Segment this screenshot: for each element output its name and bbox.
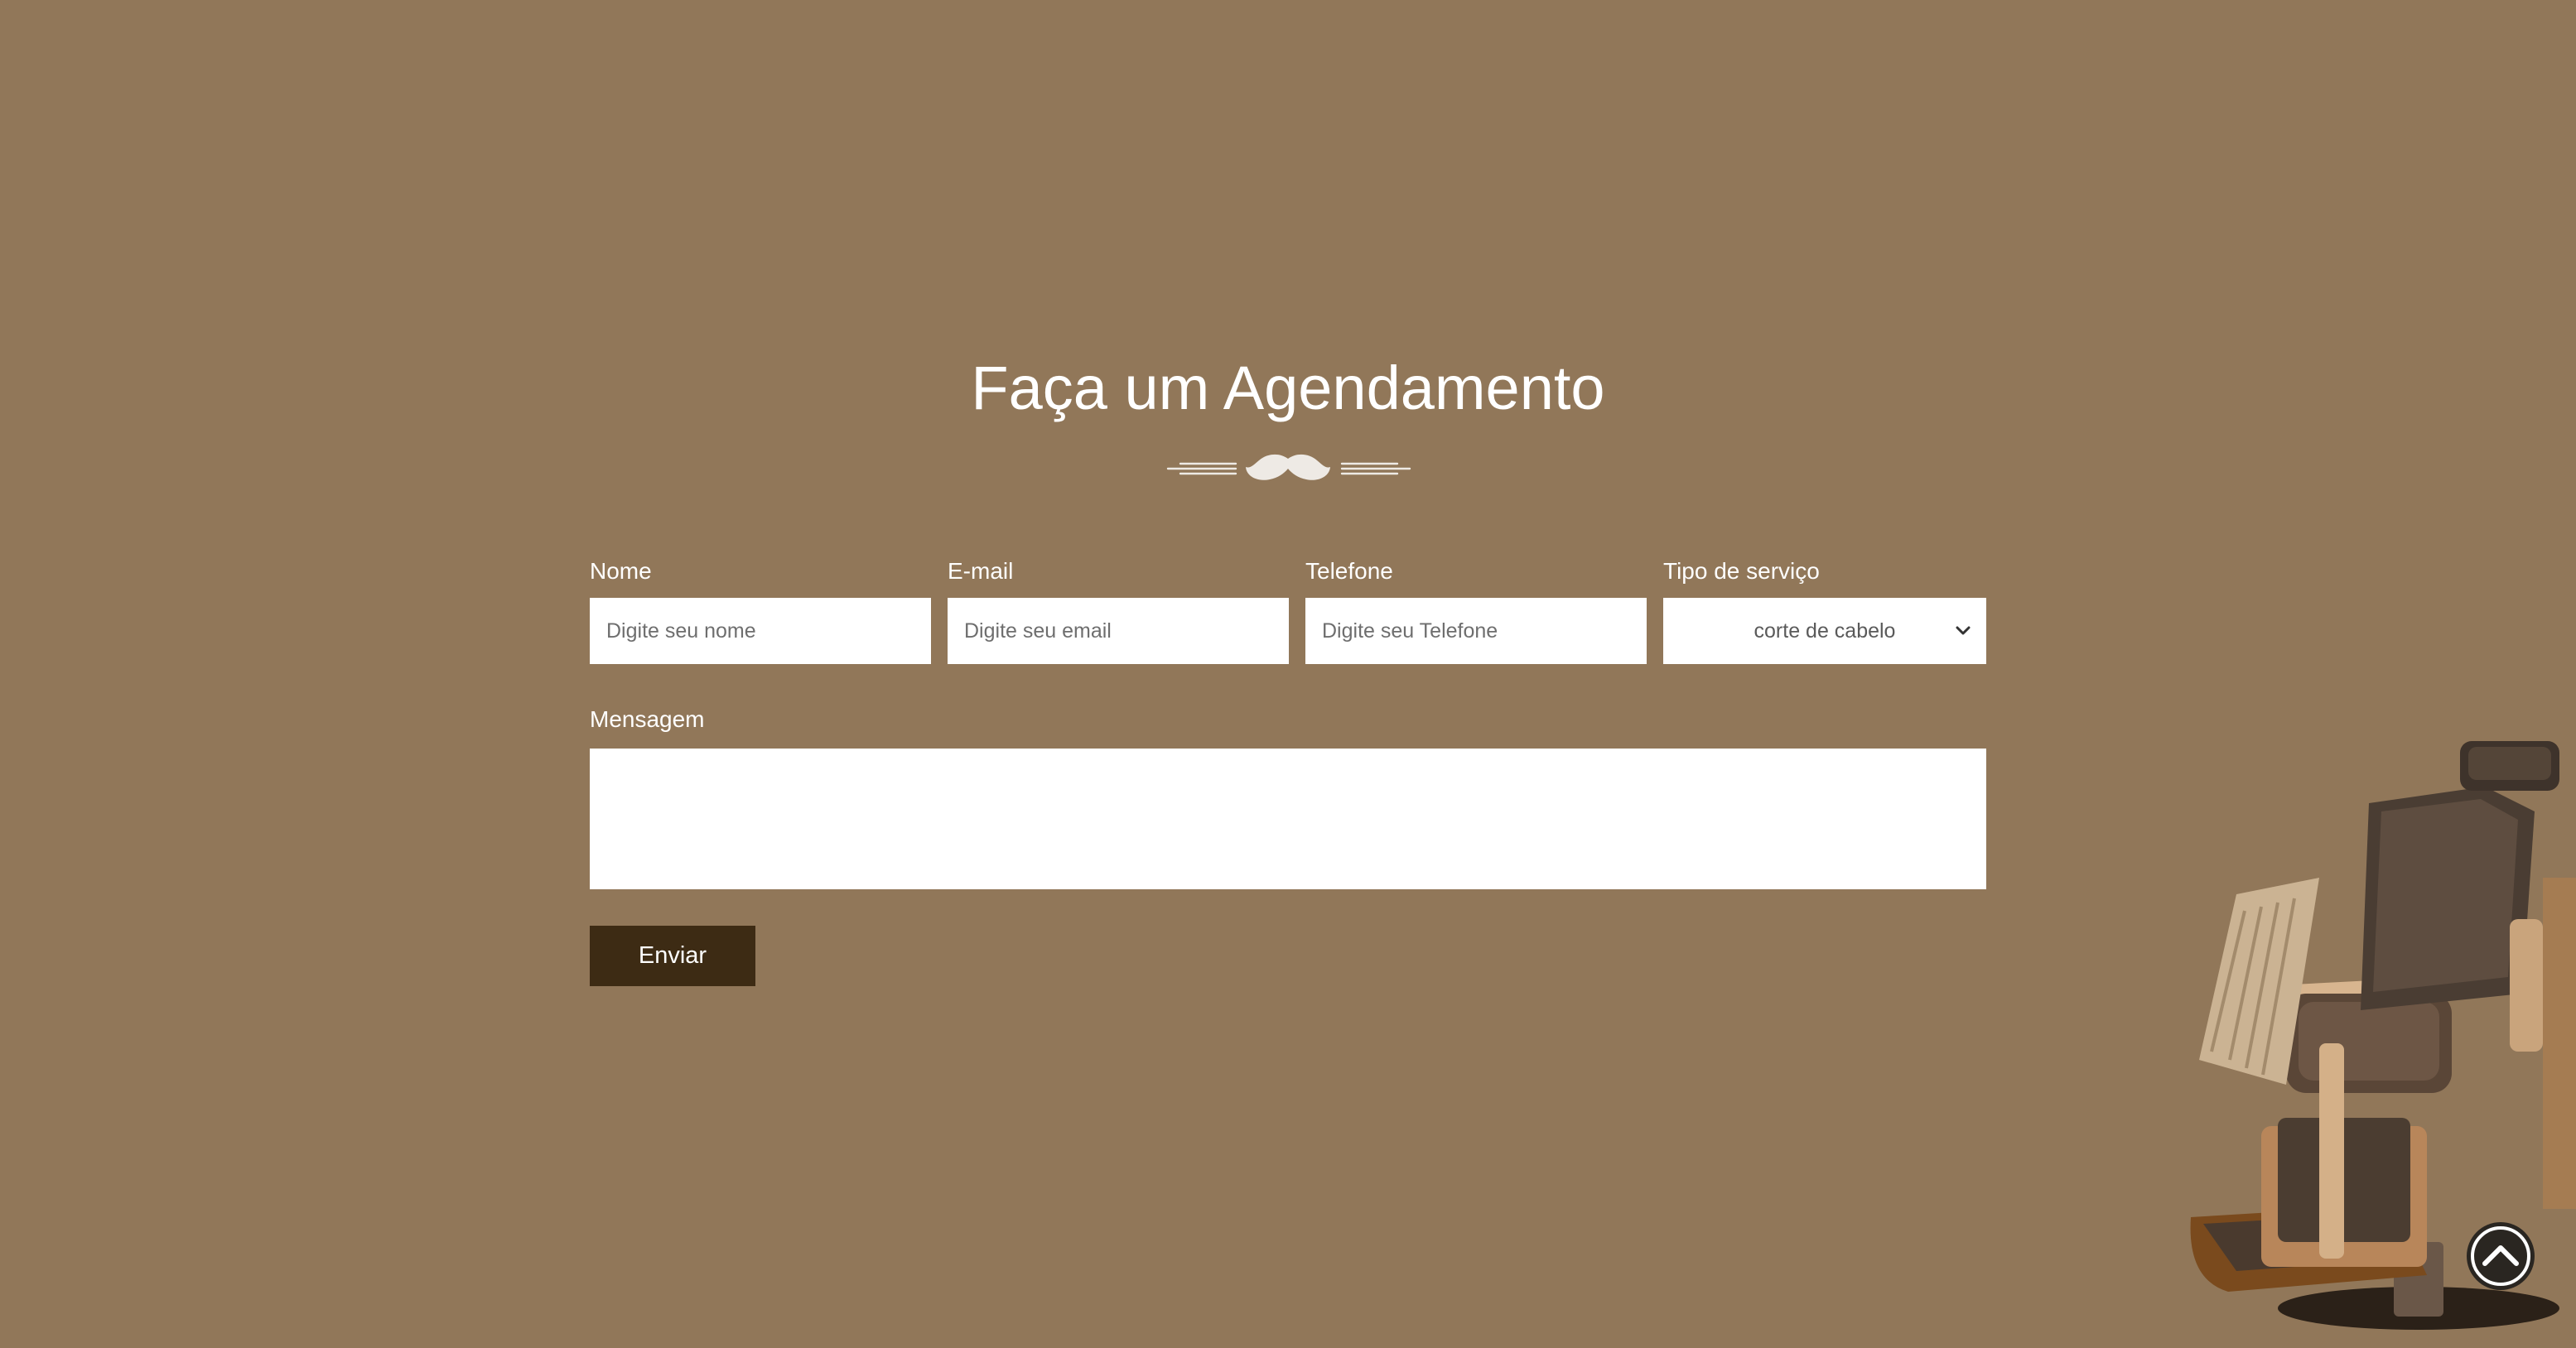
back-to-top-icon[interactable] — [2465, 1220, 2536, 1292]
service-label: Tipo de serviço — [1663, 558, 1820, 584]
message-label: Mensagem — [590, 706, 705, 732]
phone-input[interactable] — [1305, 598, 1647, 664]
name-input[interactable] — [590, 598, 931, 664]
email-input[interactable] — [948, 598, 1289, 664]
chevron-down-icon — [1956, 626, 1971, 635]
service-select[interactable]: corte de cabelo — [1663, 598, 1986, 664]
message-textarea[interactable] — [590, 749, 1986, 889]
email-label: E-mail — [948, 558, 1014, 584]
page-title: Faça um Agendamento — [971, 354, 1605, 422]
name-label: Nome — [590, 558, 652, 584]
service-selected-value: corte de cabelo — [1754, 619, 1896, 643]
phone-label: Telefone — [1305, 558, 1393, 584]
mustache-icon — [1166, 454, 1411, 480]
submit-button[interactable]: Enviar — [590, 926, 755, 986]
